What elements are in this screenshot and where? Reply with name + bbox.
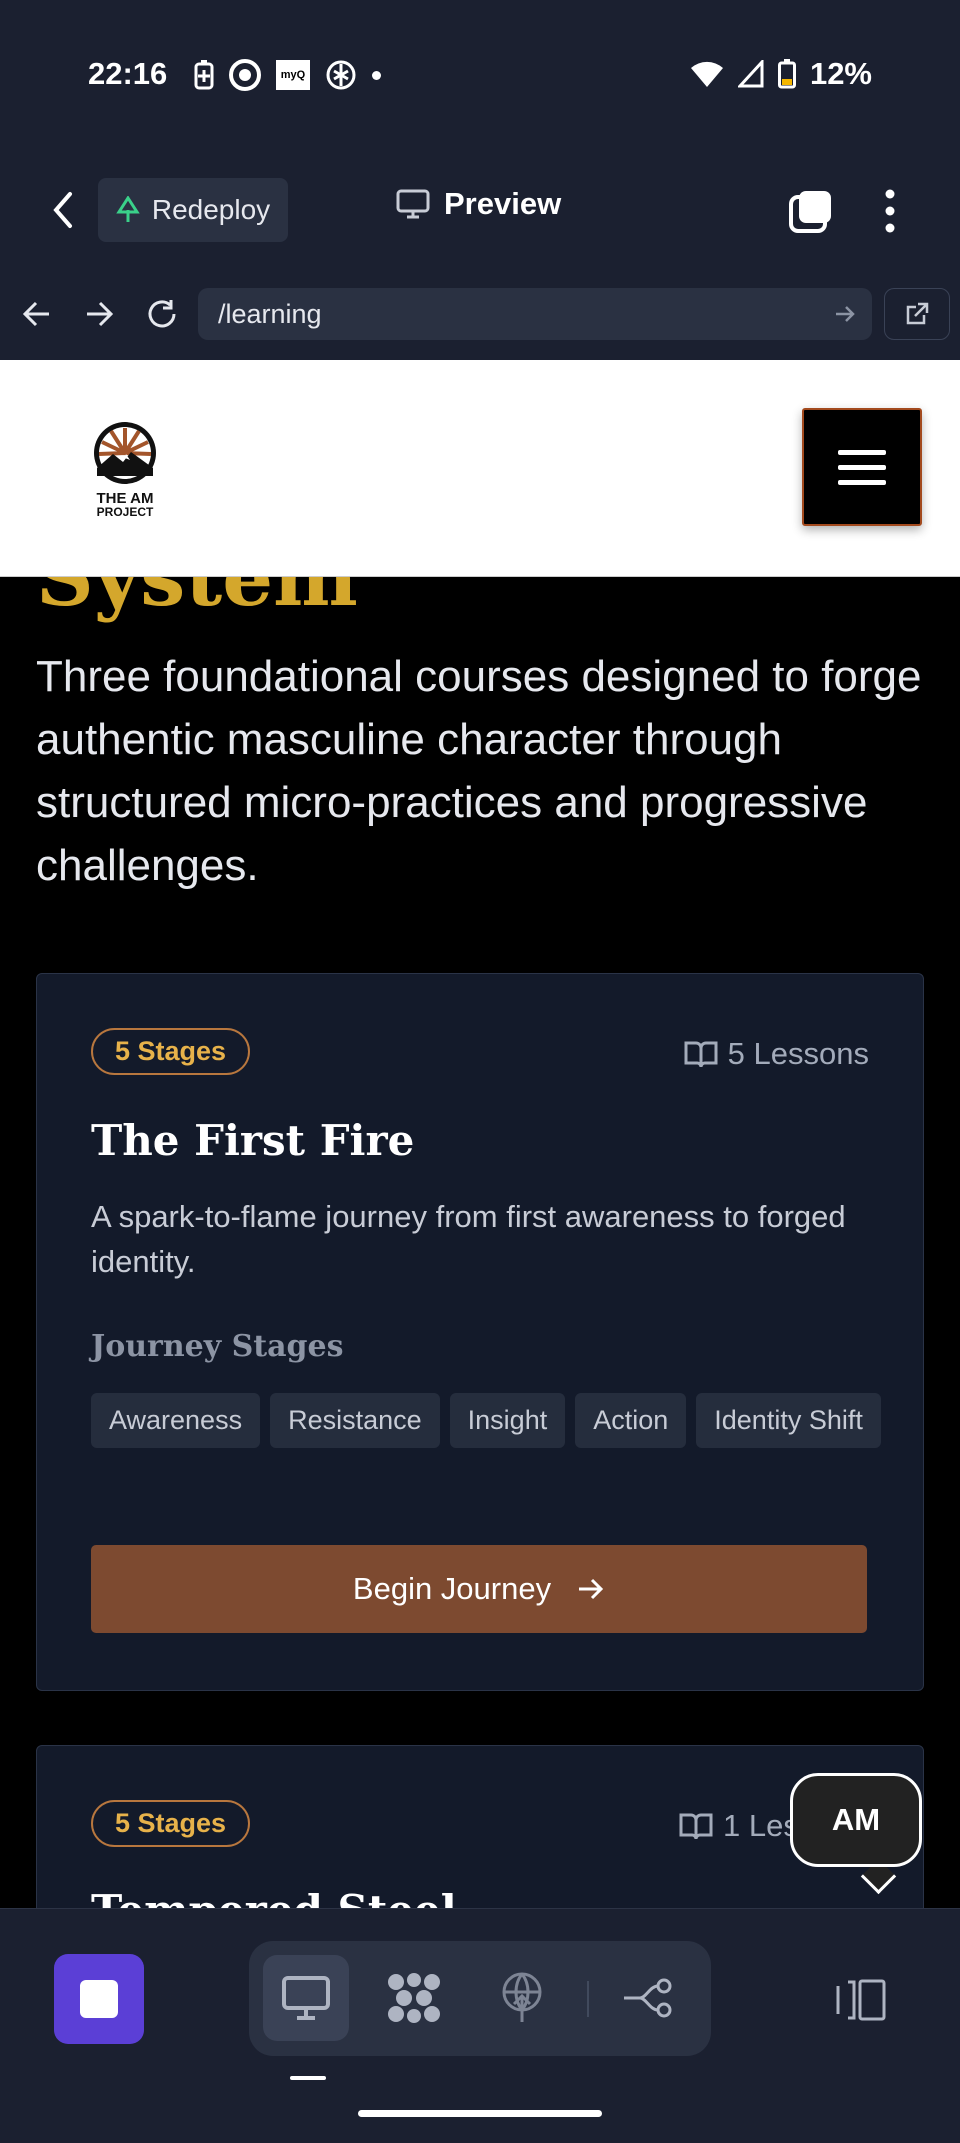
preview-label: Preview xyxy=(444,186,562,221)
course-card: 5 Stages 5 Lessons The First Fire A spar… xyxy=(36,973,924,1691)
hero-description: Three foundational courses designed to f… xyxy=(36,652,922,890)
wifi-icon xyxy=(690,61,723,87)
redeploy-button[interactable]: Redeploy xyxy=(98,178,288,242)
begin-journey-button[interactable]: Begin Journey xyxy=(91,1545,867,1633)
tab-agent[interactable] xyxy=(371,1955,457,2041)
hamburger-line xyxy=(838,449,886,455)
preview-toggle[interactable]: Preview xyxy=(396,186,561,222)
open-external-button[interactable] xyxy=(884,288,950,340)
home-gesture-bar[interactable] xyxy=(358,2110,602,2117)
am-project-logo[interactable]: THE AM PROJECT xyxy=(92,420,158,518)
tab-preview[interactable] xyxy=(263,1955,349,2041)
notification-icons: myQ xyxy=(194,58,381,92)
git-branch-icon xyxy=(624,1978,672,2018)
redeploy-label: Redeploy xyxy=(151,194,271,225)
am-chat-bubble-button[interactable]: AM xyxy=(790,1773,922,1867)
nav-back-arrow-icon[interactable] xyxy=(22,300,52,328)
stages-badge: 5 Stages xyxy=(91,1028,251,1075)
external-link-icon xyxy=(906,302,929,325)
course-title: The First Fire xyxy=(91,1116,415,1165)
stage-chips: Awareness Resistance Insight Action Iden… xyxy=(91,1393,881,1448)
stage-chip: Insight xyxy=(449,1393,566,1448)
globe-upload-icon xyxy=(502,1972,542,2022)
tab-git[interactable] xyxy=(605,1955,691,2041)
course-title: Tempered Steel xyxy=(91,1886,457,1908)
nav-forward-arrow-icon[interactable] xyxy=(84,300,114,328)
app-swirl-icon xyxy=(229,59,261,91)
myq-icon: myQ xyxy=(276,60,310,90)
status-bar: 22:16 myQ 12% xyxy=(0,0,960,150)
go-arrow-icon[interactable] xyxy=(834,304,856,324)
active-tab-indicator xyxy=(290,2076,326,2080)
hamburger-line xyxy=(838,464,886,470)
begin-journey-label: Begin Journey xyxy=(352,1571,552,1606)
stage-chip: Awareness xyxy=(91,1393,261,1448)
arrow-right-icon xyxy=(579,1578,604,1600)
stages-badge: 5 Stages xyxy=(91,1800,251,1847)
tabs-switcher-icon[interactable] xyxy=(788,188,834,234)
journey-stages-heading: Journey Stages xyxy=(91,1329,344,1364)
stage-chip: Action xyxy=(575,1393,687,1448)
battery-saver-icon xyxy=(194,60,214,90)
lessons-count: 5 Lessons xyxy=(684,1036,869,1072)
url-input[interactable]: /learning xyxy=(198,288,872,340)
cell-signal-icon xyxy=(737,60,764,88)
stage-chip: Resistance xyxy=(270,1393,440,1448)
back-chevron-icon[interactable] xyxy=(50,190,76,230)
book-open-icon xyxy=(684,1041,718,1068)
panel-toggle-icon[interactable] xyxy=(834,1978,888,2022)
sunburst-mountain-icon xyxy=(94,422,156,484)
tab-deploy[interactable] xyxy=(479,1955,565,2041)
url-text: /learning xyxy=(218,298,322,329)
lessons-count: 1 Les xyxy=(679,1808,799,1844)
more-notifications-dot-icon xyxy=(372,70,381,80)
battery-icon xyxy=(777,59,796,89)
chatgpt-icon xyxy=(326,60,356,90)
tab-divider xyxy=(587,1981,589,2017)
book-open-icon xyxy=(679,1813,713,1840)
monitor-icon xyxy=(282,1976,330,2020)
stop-button[interactable] xyxy=(54,1954,144,2044)
stop-square-icon xyxy=(80,1980,118,2018)
monitor-icon xyxy=(396,189,430,219)
status-time: 22:16 xyxy=(88,56,168,91)
status-right: 12% xyxy=(690,56,872,92)
reload-icon[interactable] xyxy=(146,298,180,330)
website-viewport: THE AM PROJECT System Three foundational… xyxy=(0,360,960,1908)
logo-text-line2: PROJECT xyxy=(96,505,154,519)
course-description: A spark-to-flame journey from first awar… xyxy=(91,1199,846,1279)
logo-text-line1: THE AM xyxy=(96,490,154,507)
hamburger-menu-button[interactable] xyxy=(802,408,922,526)
tree-icon xyxy=(116,196,140,222)
stage-chip: Identity Shift xyxy=(696,1393,881,1448)
more-vertical-icon[interactable] xyxy=(880,188,900,234)
cluster-icon xyxy=(388,1973,440,2023)
site-header: THE AM PROJECT xyxy=(0,360,960,577)
battery-percent: 12% xyxy=(809,56,872,91)
hamburger-line xyxy=(838,479,886,485)
view-tab-group xyxy=(249,1941,711,2056)
